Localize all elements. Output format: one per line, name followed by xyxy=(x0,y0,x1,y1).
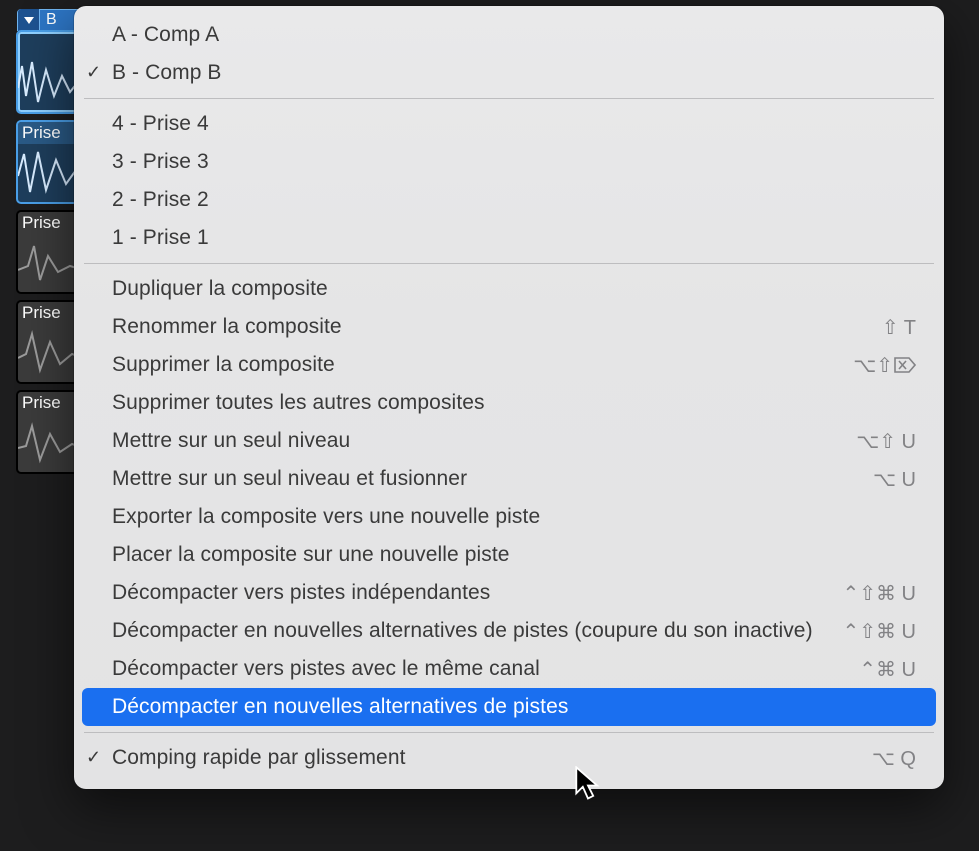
menu-item-label: Exporter la composite vers une nouvelle … xyxy=(112,505,916,529)
menu-item-label: Comping rapide par glissement xyxy=(112,746,872,770)
waveform-icon xyxy=(18,146,82,196)
menu-item-flatten[interactable]: Mettre sur un seul niveau ⌥⇧ U xyxy=(74,422,944,460)
menu-item-label: Placer la composite sur une nouvelle pis… xyxy=(112,543,916,567)
menu-item-take[interactable]: 2 - Prise 2 xyxy=(74,181,944,219)
take-folder-region[interactable] xyxy=(16,30,82,114)
menu-item-label: 2 - Prise 2 xyxy=(112,188,916,212)
menu-shortcut: ⌥⇧ xyxy=(853,353,916,378)
menu-item-label: Mettre sur un seul niveau xyxy=(112,429,856,453)
menu-shortcut: ⌥ U xyxy=(873,467,916,492)
menu-item-move-new-track[interactable]: Placer la composite sur une nouvelle pis… xyxy=(74,536,944,574)
menu-shortcut: ⌃⇧⌘ U xyxy=(842,619,916,644)
menu-item-label: Décompacter en nouvelles alternatives de… xyxy=(112,619,842,643)
waveform-icon xyxy=(18,56,82,106)
menu-item-label: B - Comp B xyxy=(112,61,916,85)
take-label: Prise xyxy=(18,302,80,324)
menu-item-label: 3 - Prise 3 xyxy=(112,150,916,174)
menu-shortcut: ⌥⇧ U xyxy=(856,429,916,454)
take-label: Prise xyxy=(18,392,80,414)
menu-item-comp[interactable]: ✓ B - Comp B xyxy=(74,54,944,92)
shortcut-text: ⌥⇧ xyxy=(853,353,893,378)
menu-separator xyxy=(84,98,934,99)
menu-shortcut: ⇧ T xyxy=(882,315,916,340)
menu-item-duplicate-comp[interactable]: Dupliquer la composite xyxy=(74,270,944,308)
waveform-icon xyxy=(18,236,82,286)
menu-item-take[interactable]: 3 - Prise 3 xyxy=(74,143,944,181)
waveform-icon xyxy=(18,326,82,376)
checkmark-icon: ✓ xyxy=(86,747,101,768)
menu-item-label: Décompacter vers pistes indépendantes xyxy=(112,581,842,605)
take-region[interactable]: Prise xyxy=(16,120,82,204)
menu-item-label: Décompacter en nouvelles alternatives de… xyxy=(112,695,916,719)
menu-shortcut: ⌃⇧⌘ U xyxy=(842,581,916,606)
menu-item-unpack-alts[interactable]: Décompacter en nouvelles alternatives de… xyxy=(82,688,936,726)
menu-item-rename-comp[interactable]: Renommer la composite ⇧ T xyxy=(74,308,944,346)
menu-separator xyxy=(84,732,934,733)
menu-item-label: Décompacter vers pistes avec le même can… xyxy=(112,657,859,681)
menu-item-delete-other-comps[interactable]: Supprimer toutes les autres composites xyxy=(74,384,944,422)
take-region[interactable]: Prise xyxy=(16,300,82,384)
menu-item-take[interactable]: 1 - Prise 1 xyxy=(74,219,944,257)
waveform-icon xyxy=(18,416,82,466)
menu-item-label: A - Comp A xyxy=(112,23,916,47)
menu-shortcut: ⌥ Q xyxy=(872,746,916,771)
checkmark-icon: ✓ xyxy=(86,62,101,83)
menu-item-label: 4 - Prise 4 xyxy=(112,112,916,136)
menu-item-label: Supprimer la composite xyxy=(112,353,853,377)
menu-item-flatten-merge[interactable]: Mettre sur un seul niveau et fusionner ⌥… xyxy=(74,460,944,498)
menu-item-unpack-new-tracks[interactable]: Décompacter vers pistes indépendantes ⌃⇧… xyxy=(74,574,944,612)
menu-item-unpack-alts-muted[interactable]: Décompacter en nouvelles alternatives de… xyxy=(74,612,944,650)
menu-item-export-new-track[interactable]: Exporter la composite vers une nouvelle … xyxy=(74,498,944,536)
menu-item-quick-swipe-comping[interactable]: ✓ Comping rapide par glissement ⌥ Q xyxy=(74,739,944,777)
menu-separator xyxy=(84,263,934,264)
menu-item-take[interactable]: 4 - Prise 4 xyxy=(74,105,944,143)
menu-item-label: 1 - Prise 1 xyxy=(112,226,916,250)
menu-shortcut: ⌃⌘ U xyxy=(859,657,916,682)
take-folder-context-menu: ✓ A - Comp A ✓ B - Comp B 4 - Prise 4 3 … xyxy=(74,6,944,789)
take-label: Prise xyxy=(18,122,80,144)
menu-item-label: Dupliquer la composite xyxy=(112,277,916,301)
delete-forward-icon xyxy=(894,356,916,374)
menu-item-label: Renommer la composite xyxy=(112,315,882,339)
menu-item-delete-comp[interactable]: Supprimer la composite ⌥⇧ xyxy=(74,346,944,384)
menu-item-comp[interactable]: ✓ A - Comp A xyxy=(74,16,944,54)
take-region[interactable]: Prise xyxy=(16,210,82,294)
menu-item-label: Supprimer toutes les autres composites xyxy=(112,391,916,415)
menu-item-unpack-same-channel[interactable]: Décompacter vers pistes avec le même can… xyxy=(74,650,944,688)
take-region[interactable]: Prise xyxy=(16,390,82,474)
menu-item-label: Mettre sur un seul niveau et fusionner xyxy=(112,467,873,491)
take-label: Prise xyxy=(18,212,80,234)
